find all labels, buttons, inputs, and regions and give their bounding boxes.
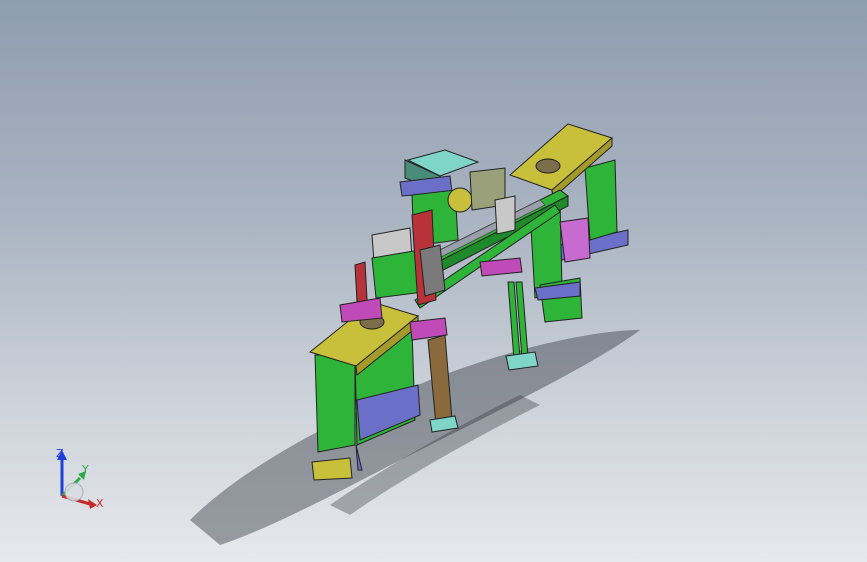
graphics-viewport[interactable]: Z Y X — [0, 0, 867, 562]
coordinate-triad: Z Y X — [44, 444, 114, 514]
assembly-model[interactable] — [0, 0, 867, 562]
z-axis-label: Z — [56, 447, 64, 460]
model-shadow — [190, 330, 640, 545]
x-axis-label: X — [96, 497, 104, 510]
triad-origin — [64, 482, 84, 502]
y-axis-label: Y — [82, 463, 89, 476]
